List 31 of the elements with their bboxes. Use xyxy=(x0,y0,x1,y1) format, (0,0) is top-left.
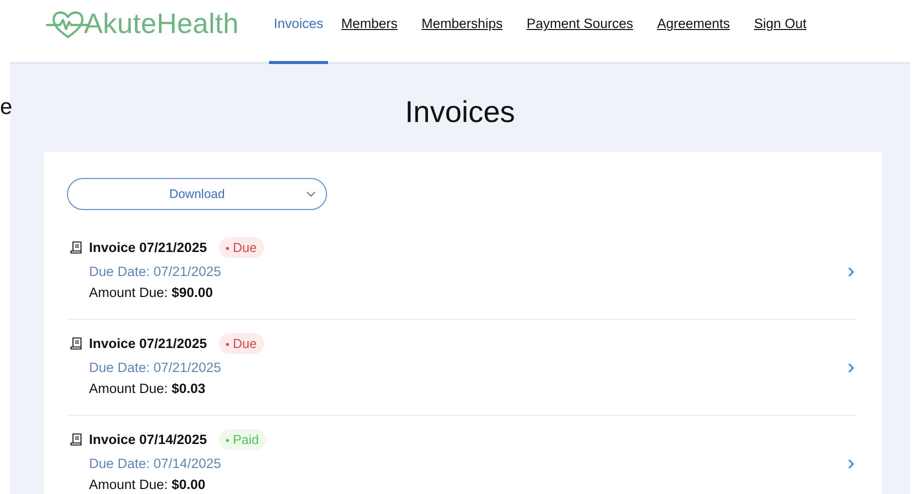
nav-link[interactable]: Payment Sources xyxy=(516,0,644,64)
receipt-icon xyxy=(70,241,82,254)
due-date: Due Date: 07/21/2025 xyxy=(89,264,222,279)
invoice-row[interactable]: Invoice 07/14/2025 Paid Due Date: 07/14/2025 Amount Due: $0.00 xyxy=(67,416,857,494)
status-badge: Paid xyxy=(218,429,266,450)
chevron-right-icon xyxy=(847,458,855,470)
invoice-title: Invoice 07/21/2025 xyxy=(89,240,207,255)
amount-due: Amount Due: $0.03 xyxy=(89,381,206,396)
nav-link[interactable]: Agreements xyxy=(646,0,741,64)
page-title: Invoices xyxy=(404,96,516,130)
nav-link[interactable]: Sign Out xyxy=(742,0,818,64)
receipt-icon xyxy=(70,433,82,446)
invoice-title: Invoice 07/21/2025 xyxy=(89,336,207,351)
receipt-icon xyxy=(70,337,82,350)
status-badge: Due xyxy=(218,333,264,354)
due-date: Due Date: 07/14/2025 xyxy=(89,456,222,471)
chevron-right-icon xyxy=(847,362,855,374)
download-dropdown[interactable]: Download xyxy=(67,178,327,210)
chevron-right-icon xyxy=(847,266,855,278)
amount-due: Amount Due: $90.00 xyxy=(89,285,214,300)
nav-link[interactable]: Memberships xyxy=(410,0,514,64)
amount-due: Amount Due: $0.00 xyxy=(89,477,206,492)
due-date: Due Date: 07/21/2025 xyxy=(89,360,222,375)
chevron-down-icon xyxy=(306,190,316,198)
invoice-row[interactable]: Invoice 07/21/2025 Due Due Date: 07/21/2025 Amount Due: $90.00 xyxy=(67,224,857,320)
text-fragment: e xyxy=(0,94,12,120)
nav-link[interactable]: Members xyxy=(330,0,409,64)
status-badge: Due xyxy=(218,237,264,258)
invoice-title: Invoice 07/14/2025 xyxy=(89,432,207,447)
logo-text: AkuteHealth xyxy=(84,8,239,40)
invoice-row[interactable]: Invoice 07/21/2025 Due Due Date: 07/21/2025 Amount Due: $0.03 xyxy=(67,320,857,416)
